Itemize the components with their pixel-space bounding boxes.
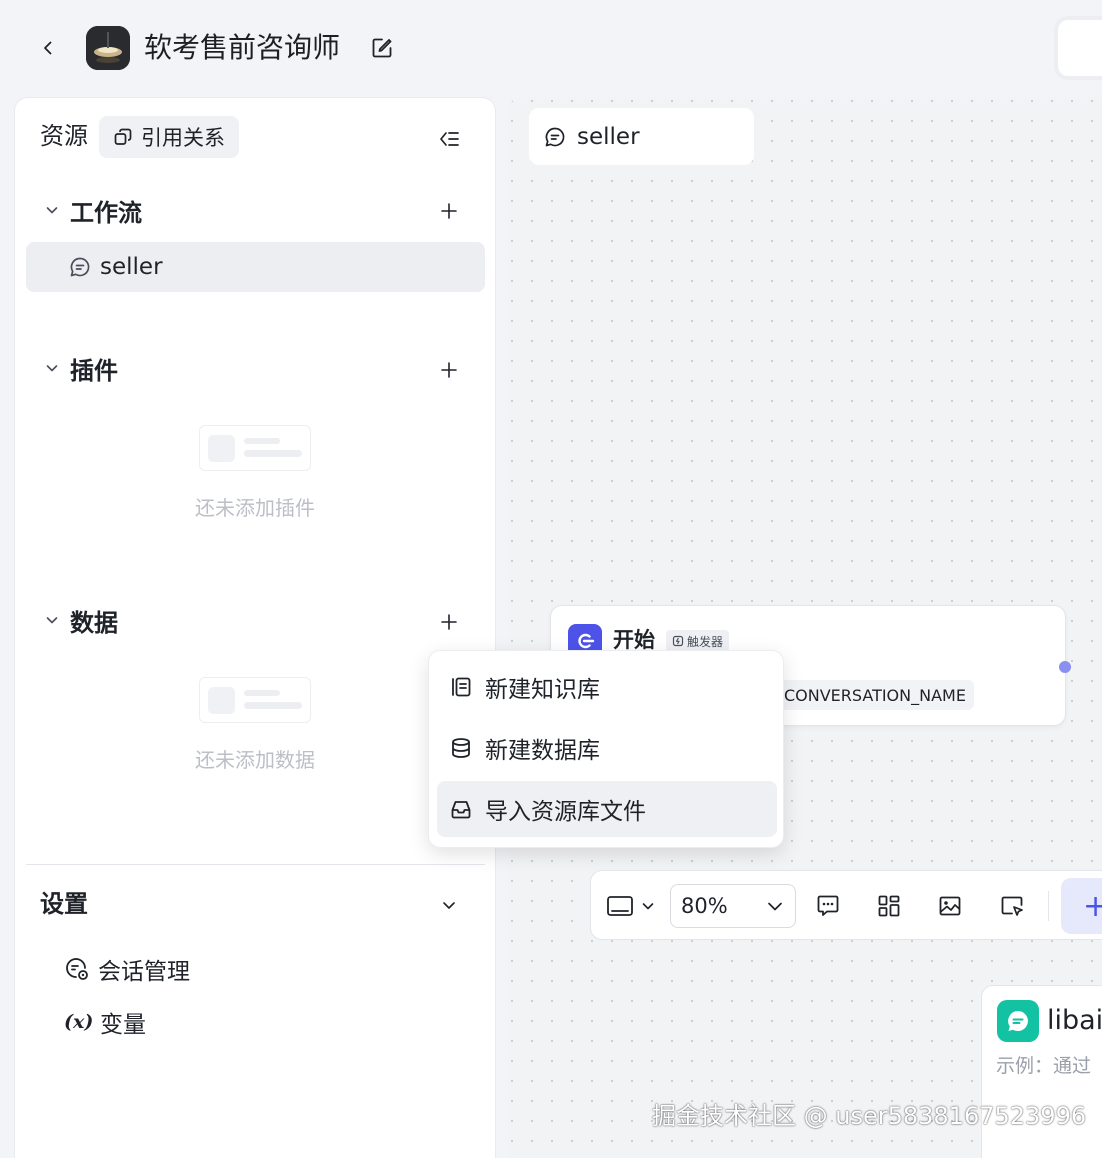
setting-label: 变量 [100, 1012, 146, 1038]
canvas-tab-label: seller [577, 123, 640, 150]
add-node-button[interactable]: + [1061, 878, 1102, 934]
add-workflow-button[interactable] [434, 196, 464, 226]
setting-conversation-management[interactable]: 会话管理 [64, 952, 190, 986]
import-inbox-icon [451, 801, 471, 819]
edit-icon [372, 38, 392, 58]
setting-label: 会话管理 [98, 959, 190, 985]
plugins-section-title: 插件 [70, 356, 118, 385]
minimap-button[interactable] [933, 887, 967, 925]
plus-icon [441, 203, 457, 219]
zoom-value: 80% [681, 894, 728, 918]
toolbar-separator [1048, 891, 1049, 921]
plus-icon: + [1083, 888, 1102, 924]
workflow-item-label: seller [100, 254, 163, 280]
add-data-menu: 新建知识库 新建数据库 导入资源库文件 [428, 650, 784, 848]
chevron-down-icon [46, 207, 58, 214]
chevron-down-icon [46, 365, 58, 372]
start-icon [578, 633, 595, 649]
menu-item-import-library-file[interactable]: 导入资源库文件 [437, 781, 777, 837]
database-icon [452, 738, 470, 758]
screen-cursor-icon [1001, 896, 1023, 916]
conversation-settings-icon [66, 958, 88, 980]
trigger-badge-label: 触发器 [687, 634, 724, 649]
interaction-mode-button[interactable] [995, 887, 1029, 925]
comment-icon [817, 895, 839, 916]
workflow-section-header[interactable]: 工作流 [44, 190, 142, 230]
chevron-left-icon [44, 41, 52, 55]
collapse-menu-icon [440, 132, 459, 146]
display-mode-icon [607, 896, 633, 916]
chevron-down-icon [768, 902, 782, 911]
variable-icon: (x) [64, 1011, 94, 1033]
empty-data-illustration [199, 677, 311, 723]
app-title: 软考售前咨询师 [144, 31, 341, 64]
workflow-item-seller[interactable]: seller [26, 242, 485, 292]
chat-flow-icon [70, 257, 90, 277]
libai-node-icon [997, 1000, 1039, 1042]
setting-variables[interactable]: (x) 变量 [64, 1005, 146, 1039]
workflow-section-title: 工作流 [70, 198, 142, 227]
canvas-toolbar: 80% + [590, 870, 1102, 940]
chevron-down-icon [642, 903, 654, 910]
settings-toggle-button[interactable] [434, 890, 464, 920]
collapse-panel-button[interactable] [432, 122, 466, 156]
menu-item-label: 新建知识库 [485, 677, 600, 703]
chat-bubble-icon [1008, 1011, 1028, 1031]
back-button[interactable] [30, 30, 66, 66]
chevron-down-icon [443, 902, 455, 909]
zoom-select[interactable]: 80% [670, 884, 796, 928]
reference-relation-button[interactable]: 引用关系 [99, 116, 239, 158]
plus-icon [441, 362, 457, 378]
reference-relation-label: 引用关系 [141, 126, 225, 150]
chat-flow-icon [545, 127, 565, 146]
libai-node-description: 示例：通过 [996, 1055, 1092, 1077]
reference-icon [114, 128, 132, 145]
knowledge-base-icon [452, 677, 471, 697]
chevron-down-icon [46, 617, 58, 624]
menu-item-new-knowledge-base[interactable]: 新建知识库 [437, 659, 777, 715]
settings-divider [26, 864, 485, 865]
conversation-name-variable: CONVERSATION_NAME [776, 680, 974, 710]
canvas-tab-seller[interactable]: seller [529, 108, 754, 165]
empty-plugins-illustration [199, 425, 311, 471]
data-section-header[interactable]: 数据 [44, 600, 118, 640]
app-avatar [86, 26, 130, 70]
plugins-empty-text: 还未添加插件 [195, 496, 315, 520]
auto-layout-button[interactable] [872, 887, 906, 925]
settings-title: 设置 [40, 890, 88, 918]
start-node-output-port[interactable] [1059, 661, 1071, 673]
libai-node-title: libai [1047, 1005, 1102, 1036]
data-empty-text: 还未添加数据 [195, 748, 315, 772]
layout-mode-button[interactable] [603, 887, 659, 925]
resources-title: 资源 [40, 122, 88, 150]
top-right-button[interactable] [1054, 16, 1102, 80]
edit-title-button[interactable] [366, 32, 398, 64]
add-comment-button[interactable] [811, 887, 845, 925]
menu-item-new-database[interactable]: 新建数据库 [437, 720, 777, 776]
data-section-title: 数据 [70, 608, 118, 637]
menu-item-label: 导入资源库文件 [485, 799, 646, 825]
grid-layout-icon [878, 895, 900, 917]
menu-item-label: 新建数据库 [485, 738, 600, 764]
trigger-icon [672, 635, 684, 647]
empty-list-icon [208, 687, 302, 714]
image-map-icon [939, 896, 961, 916]
lamp-image-icon [86, 26, 130, 70]
trigger-badge: 触发器 [666, 630, 730, 652]
add-plugin-button[interactable] [434, 355, 464, 385]
watermark: 掘金技术社区 @ user5838167523996 [652, 1102, 1087, 1130]
plugins-section-header[interactable]: 插件 [44, 348, 118, 388]
empty-list-icon [208, 435, 302, 462]
plus-icon [441, 614, 457, 630]
add-data-button[interactable] [434, 607, 464, 637]
